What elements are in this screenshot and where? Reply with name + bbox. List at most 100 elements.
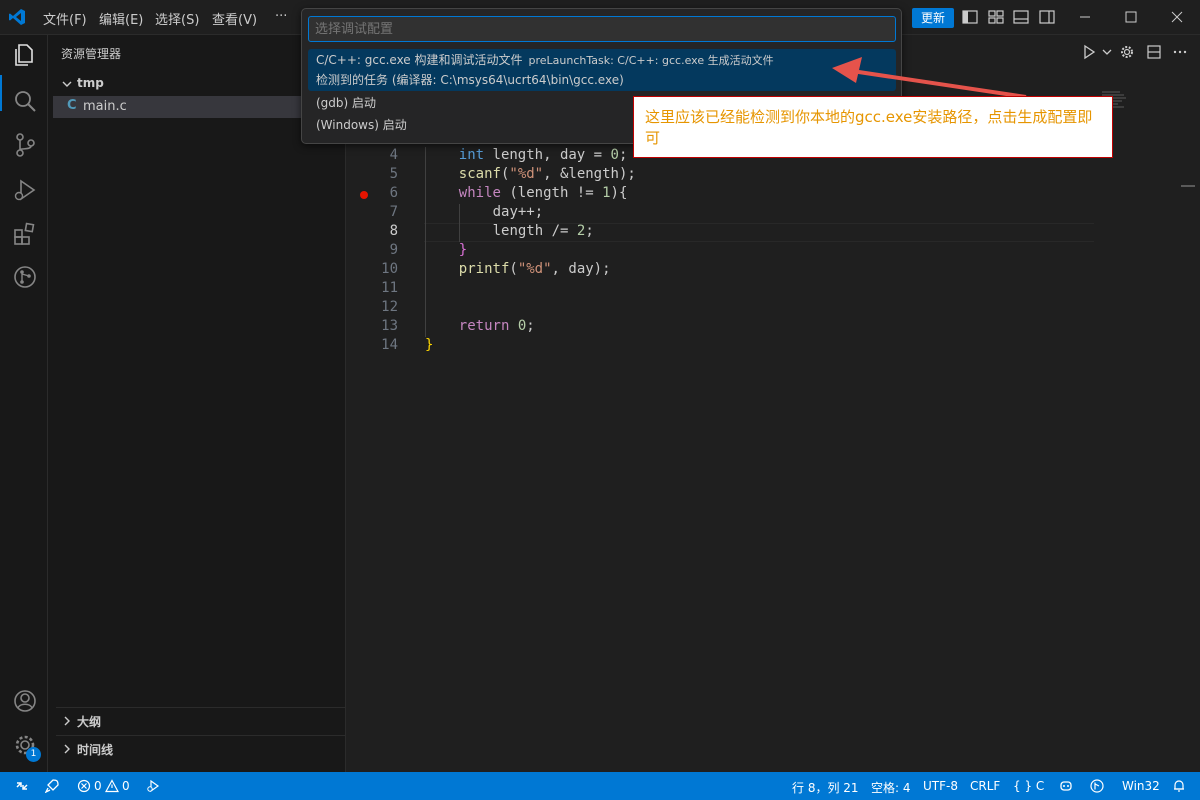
code-text: } bbox=[425, 337, 433, 353]
code-token: ; bbox=[618, 147, 628, 163]
split-editor-icon[interactable] bbox=[1146, 44, 1162, 60]
annotation-text: 这里应该已经能检测到你本地的gcc.exe安装路径，点击生成配置即可 bbox=[645, 108, 1093, 147]
code-token: ; bbox=[526, 318, 535, 334]
code-token: day++; bbox=[492, 204, 544, 220]
vscode-logo-icon[interactable] bbox=[8, 8, 26, 26]
close-icon[interactable] bbox=[1167, 8, 1187, 26]
code-line[interactable]: 5 scanf("%d", &length); bbox=[352, 166, 1112, 185]
line-number: 14 bbox=[381, 337, 398, 353]
code-line[interactable]: 10 printf("%d", day); bbox=[352, 261, 1112, 280]
gear-icon[interactable] bbox=[1119, 44, 1135, 60]
indentation[interactable]: 空格: 4 bbox=[871, 779, 911, 796]
explorer-icon[interactable] bbox=[12, 42, 38, 68]
code-text: } bbox=[459, 242, 467, 258]
more-actions-icon[interactable] bbox=[1172, 44, 1188, 60]
warning-icon[interactable] bbox=[105, 779, 119, 793]
run-debug-icon[interactable] bbox=[12, 177, 38, 203]
file-item-main-c[interactable]: C main.c bbox=[53, 96, 341, 118]
outline-section[interactable]: 大纲 bbox=[56, 707, 346, 733]
code-line[interactable]: 9} bbox=[352, 242, 1112, 261]
update-button[interactable]: 更新 bbox=[912, 8, 954, 28]
copilot-icon[interactable] bbox=[1059, 779, 1073, 793]
menu-selection[interactable]: 选择(S) bbox=[155, 9, 199, 28]
encoding[interactable]: UTF-8 bbox=[923, 779, 958, 793]
line-number: 12 bbox=[381, 299, 398, 315]
language-mode[interactable]: { } C bbox=[1013, 779, 1044, 793]
code-line[interactable]: 12 bbox=[352, 299, 1112, 318]
line-number: 11 bbox=[381, 280, 398, 296]
settings-badge: 1 bbox=[26, 747, 41, 762]
code-token: 0 bbox=[517, 318, 527, 334]
menu-more[interactable]: ··· bbox=[275, 9, 287, 24]
line-number: 10 bbox=[381, 261, 398, 277]
code-line[interactable]: 11 bbox=[352, 280, 1112, 299]
chevron-right-icon bbox=[64, 716, 70, 726]
code-token: while bbox=[458, 185, 501, 201]
menu-view[interactable]: 查看(V) bbox=[212, 9, 257, 28]
code-token: "%d" bbox=[509, 166, 544, 182]
error-icon[interactable] bbox=[77, 779, 91, 793]
code-line[interactable]: 8 length /= 2; bbox=[352, 223, 1112, 242]
indent-guide bbox=[458, 204, 460, 242]
code-token: ; bbox=[585, 223, 594, 239]
code-token: } bbox=[458, 242, 468, 258]
line-number: 8 bbox=[389, 223, 398, 239]
toggle-primary-sidebar-icon[interactable] bbox=[962, 10, 978, 24]
git-graph-icon[interactable] bbox=[12, 264, 38, 290]
activity-bar: 1 bbox=[0, 35, 48, 772]
scrollbar-marker[interactable] bbox=[1181, 185, 1195, 187]
remote-icon[interactable] bbox=[15, 779, 29, 793]
code-text: while (length != 1){ bbox=[459, 185, 628, 201]
code-token: , &length); bbox=[543, 166, 636, 182]
c-file-icon: C bbox=[67, 98, 77, 113]
menu-file[interactable]: 文件(F) bbox=[43, 9, 87, 28]
code-token: int bbox=[458, 147, 485, 163]
line-number: 13 bbox=[381, 318, 398, 334]
code-line[interactable]: 7 day++; bbox=[352, 204, 1112, 223]
file-label: main.c bbox=[83, 99, 127, 114]
run-icon[interactable] bbox=[1081, 44, 1097, 60]
line-number: 4 bbox=[389, 147, 398, 163]
git-graph-status-icon[interactable] bbox=[1090, 779, 1104, 793]
error-count[interactable]: 0 bbox=[94, 779, 102, 793]
timeline-section[interactable]: 时间线 bbox=[56, 735, 346, 761]
debug-run-icon[interactable] bbox=[146, 779, 160, 793]
account-icon[interactable] bbox=[12, 688, 38, 714]
bell-icon[interactable] bbox=[1172, 779, 1186, 793]
source-control-icon[interactable] bbox=[12, 132, 38, 158]
code-text: day++; bbox=[493, 204, 544, 220]
quickpick-input[interactable] bbox=[308, 16, 896, 42]
annotation-callout: 这里应该已经能检测到你本地的gcc.exe安装路径，点击生成配置即可 bbox=[633, 96, 1113, 158]
line-number: 6 bbox=[389, 185, 398, 201]
menu-edit[interactable]: 编辑(E) bbox=[99, 9, 143, 28]
minimize-icon[interactable] bbox=[1075, 8, 1095, 26]
search-icon[interactable] bbox=[12, 88, 38, 114]
sidebar-title: 资源管理器 bbox=[61, 47, 122, 61]
code-token: ( bbox=[509, 261, 518, 277]
code-token: 0 bbox=[610, 147, 619, 163]
platform[interactable]: Win32 bbox=[1122, 779, 1160, 793]
cursor-position[interactable]: 行 8，列 21 bbox=[792, 779, 859, 796]
code-token: ){ bbox=[610, 185, 628, 201]
rocket-icon[interactable] bbox=[45, 779, 59, 793]
code-line[interactable]: 13 return 0; bbox=[352, 318, 1112, 337]
chevron-down-icon[interactable] bbox=[1099, 44, 1115, 60]
maximize-icon[interactable] bbox=[1121, 8, 1141, 26]
code-line[interactable]: 14} bbox=[352, 337, 1112, 356]
extensions-icon[interactable] bbox=[12, 221, 38, 247]
code-line[interactable]: 6 while (length != 1){ bbox=[352, 185, 1112, 204]
code-token: (length != bbox=[500, 185, 603, 201]
folder-label: tmp bbox=[77, 76, 104, 90]
customize-layout-icon[interactable] bbox=[988, 10, 1004, 24]
chevron-right-icon bbox=[64, 744, 70, 754]
line-number: 5 bbox=[389, 166, 398, 182]
warning-count[interactable]: 0 bbox=[122, 779, 130, 793]
code-token: "%d" bbox=[517, 261, 552, 277]
quickpick-item-gcc-build-debug[interactable]: C/C++: gcc.exe 构建和调试活动文件 preLaunchTask: C… bbox=[308, 49, 896, 91]
line-ending[interactable]: CRLF bbox=[970, 779, 1000, 793]
code-text: int length, day = 0; bbox=[459, 147, 628, 163]
toggle-panel-icon[interactable] bbox=[1013, 10, 1029, 24]
code-text: return 0; bbox=[459, 318, 535, 334]
toggle-secondary-sidebar-icon[interactable] bbox=[1039, 10, 1055, 24]
